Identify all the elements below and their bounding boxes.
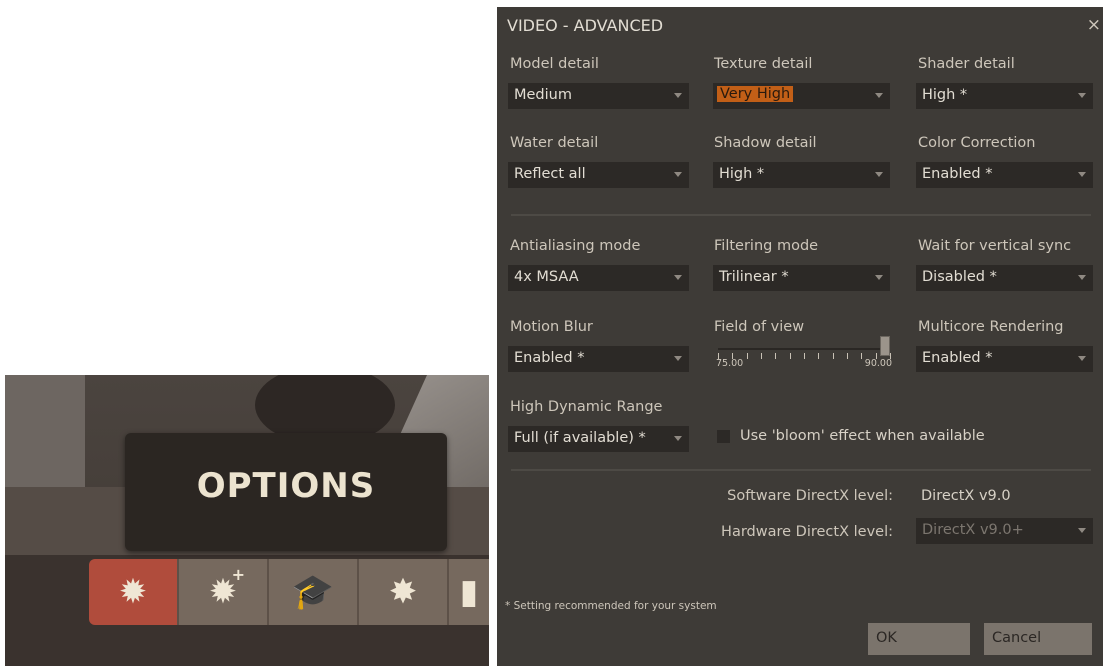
- hardware-dx-label: Hardware DirectX level:: [721, 524, 893, 540]
- chevron-down-icon: [674, 436, 682, 441]
- color-correction-label: Color Correction: [918, 135, 1036, 151]
- chevron-down-icon: [875, 93, 883, 98]
- plus-icon: +: [231, 565, 245, 584]
- slider-tick: [789, 353, 791, 359]
- slider-tick: [818, 353, 820, 359]
- slider-tick: [775, 353, 777, 359]
- footnote: * Setting recommended for your system: [505, 600, 717, 612]
- ok-button[interactable]: OK: [868, 623, 970, 655]
- chevron-down-icon: [674, 93, 682, 98]
- hdr-label: High Dynamic Range: [510, 399, 663, 415]
- model-detail-label: Model detail: [510, 56, 599, 72]
- bloom-label: Use 'bloom' effect when available: [740, 428, 985, 444]
- shader-detail-dropdown[interactable]: High *: [916, 83, 1093, 109]
- hdr-dropdown[interactable]: Full (if available) *: [508, 426, 689, 452]
- bloom-checkbox[interactable]: [717, 430, 730, 443]
- multicore-label: Multicore Rendering: [918, 319, 1064, 335]
- slider-tick: [861, 353, 863, 359]
- background-wall: [5, 375, 85, 495]
- menu-icon-bar: ✹ ✹ + 🎓 ✸ ▮: [89, 559, 489, 625]
- filtering-dropdown[interactable]: Trilinear *: [713, 265, 890, 291]
- fov-slider[interactable]: 75.00 90.00: [716, 335, 892, 371]
- slider-tick: [746, 353, 748, 359]
- dialog-title: VIDEO - ADVANCED: [507, 16, 664, 35]
- slider-tick: [804, 353, 805, 359]
- model-detail-value: Medium: [514, 87, 572, 103]
- motion-blur-label: Motion Blur: [510, 319, 593, 335]
- color-correction-dropdown[interactable]: Enabled *: [916, 162, 1093, 188]
- hardware-dx-value: DirectX v9.0+: [922, 522, 1024, 538]
- graduation-cap-icon: 🎓: [291, 572, 335, 612]
- chevron-down-icon: [674, 275, 682, 280]
- chat-button[interactable]: ▮: [449, 559, 489, 625]
- chevron-down-icon: [1078, 275, 1086, 280]
- vsync-label: Wait for vertical sync: [918, 238, 1072, 254]
- filtering-value: Trilinear *: [719, 269, 789, 285]
- shadow-detail-value: High *: [719, 166, 765, 182]
- chevron-down-icon: [1078, 93, 1086, 98]
- chevron-down-icon: [875, 172, 883, 177]
- texture-detail-label: Texture detail: [714, 56, 813, 72]
- achievements-button[interactable]: ✸: [359, 559, 449, 625]
- filtering-label: Filtering mode: [714, 238, 819, 254]
- slider-max-label: 90.00: [864, 358, 892, 369]
- slider-tick: [761, 353, 762, 359]
- hardware-dx-dropdown[interactable]: DirectX v9.0+: [916, 518, 1093, 544]
- cancel-label: Cancel: [992, 630, 1042, 646]
- water-detail-label: Water detail: [510, 135, 599, 151]
- gear-icon: ✹: [118, 572, 148, 612]
- texture-detail-value: Very High: [717, 86, 794, 102]
- divider: [511, 214, 1091, 216]
- shadow-detail-label: Shadow detail: [714, 135, 817, 151]
- water-detail-value: Reflect all: [514, 166, 586, 182]
- motion-blur-value: Enabled *: [514, 350, 585, 366]
- software-dx-value: DirectX v9.0: [921, 488, 1011, 504]
- training-button[interactable]: 🎓: [269, 559, 359, 625]
- water-detail-dropdown[interactable]: Reflect all: [508, 162, 689, 188]
- chevron-down-icon: [875, 275, 883, 280]
- texture-detail-dropdown[interactable]: Very High: [713, 83, 890, 109]
- shadow-detail-dropdown[interactable]: High *: [713, 162, 890, 188]
- vsync-dropdown[interactable]: Disabled *: [916, 265, 1093, 291]
- color-correction-value: Enabled *: [922, 166, 993, 182]
- software-dx-label: Software DirectX level:: [727, 488, 893, 504]
- shader-detail-label: Shader detail: [918, 56, 1015, 72]
- ok-label: OK: [876, 630, 897, 646]
- chevron-down-icon: [1078, 356, 1086, 361]
- chevron-down-icon: [1078, 528, 1086, 533]
- chevron-down-icon: [674, 172, 682, 177]
- antialiasing-value: 4x MSAA: [514, 269, 579, 285]
- divider: [511, 469, 1091, 471]
- slider-thumb[interactable]: [880, 336, 890, 356]
- cancel-button[interactable]: Cancel: [984, 623, 1092, 655]
- multicore-value: Enabled *: [922, 350, 993, 366]
- video-advanced-dialog: VIDEO - ADVANCED × Model detail Medium T…: [497, 7, 1103, 666]
- model-detail-dropdown[interactable]: Medium: [508, 83, 689, 109]
- slider-tick: [832, 353, 834, 359]
- options-tooltip: OPTIONS: [125, 433, 447, 551]
- slider-tick: [847, 353, 848, 359]
- chevron-down-icon: [1078, 172, 1086, 177]
- close-icon[interactable]: ×: [1087, 15, 1101, 35]
- antialiasing-label: Antialiasing mode: [510, 238, 641, 254]
- chevron-down-icon: [674, 356, 682, 361]
- fov-label: Field of view: [714, 319, 805, 335]
- hdr-value: Full (if available) *: [514, 430, 646, 446]
- slider-track: [718, 348, 890, 350]
- slider-min-label: 75.00: [716, 358, 744, 369]
- antialiasing-dropdown[interactable]: 4x MSAA: [508, 265, 689, 291]
- tooltip-text: OPTIONS: [196, 466, 376, 506]
- game-scene: OPTIONS ✹ ✹ + 🎓 ✸ ▮: [5, 375, 489, 666]
- motion-blur-dropdown[interactable]: Enabled *: [508, 346, 689, 372]
- multicore-dropdown[interactable]: Enabled *: [916, 346, 1093, 372]
- options-button[interactable]: ✹: [89, 559, 179, 625]
- advanced-options-button[interactable]: ✹ +: [179, 559, 269, 625]
- badge-icon: ✸: [388, 572, 418, 612]
- vsync-value: Disabled *: [922, 269, 997, 285]
- chat-bubble-icon: ▮: [459, 572, 479, 612]
- shader-detail-value: High *: [922, 87, 968, 103]
